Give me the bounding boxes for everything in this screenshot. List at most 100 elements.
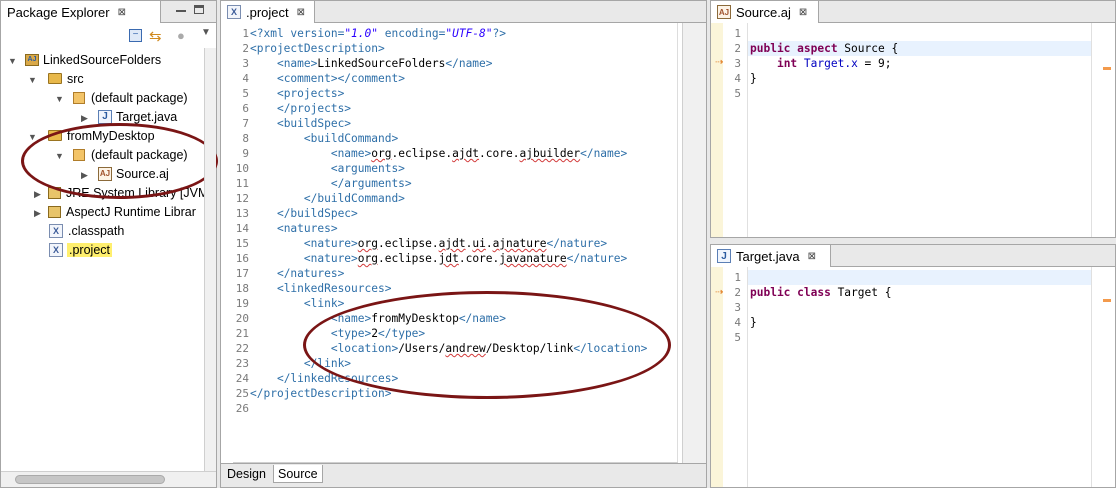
- tab-source-aj[interactable]: AJ Source.aj ⊠: [711, 1, 819, 23]
- current-line-highlight: [747, 270, 1091, 285]
- aspectj-file-icon: AJ: [717, 5, 731, 19]
- code-line: int Target.x = 9;: [776, 57, 892, 70]
- line-number: 4: [734, 72, 741, 85]
- tree-item-default-package[interactable]: (default package): [73, 88, 188, 107]
- code-line: </natures>: [276, 267, 345, 280]
- expand-arrow-icon[interactable]: ▶: [34, 208, 41, 219]
- editor-body[interactable]: 1 2 3 4 5 public class Target { }: [723, 267, 1091, 487]
- xml-file-icon: X: [227, 5, 241, 19]
- expand-arrow-icon[interactable]: ▼: [55, 94, 64, 104]
- code-line: }: [750, 316, 757, 329]
- code-line: <projectDescription>: [250, 42, 385, 55]
- line-number: 2: [242, 42, 249, 55]
- maximize-icon[interactable]: [194, 5, 204, 14]
- tab-project[interactable]: X .project ⊠: [221, 1, 315, 23]
- horizontal-scrollbar[interactable]: [1, 471, 216, 487]
- source-folder-icon: [48, 73, 62, 84]
- code-line: <buildCommand>: [303, 132, 399, 145]
- overview-marker[interactable]: [1103, 67, 1111, 70]
- close-icon[interactable]: ⊠: [118, 7, 126, 18]
- tree-item-label: AspectJ Runtime Librar: [66, 204, 196, 219]
- tree-item-label: LinkedSourceFolders: [43, 52, 162, 67]
- code-line: <name>org.eclipse.ajdt.core.ajbuilder</n…: [330, 147, 628, 160]
- line-number: 16: [235, 252, 249, 265]
- focus-icon[interactable]: ●: [177, 28, 185, 43]
- collapse-all-icon[interactable]: −: [129, 29, 142, 42]
- tree-item-label: (default package): [91, 90, 188, 105]
- editor-tabbar: X .project ⊠: [221, 1, 706, 23]
- tree-item-aspectj-library[interactable]: AspectJ Runtime Librar: [48, 202, 196, 221]
- tree-item-project-file[interactable]: X .project: [49, 240, 112, 259]
- overview-ruler[interactable]: [1091, 267, 1115, 487]
- xml-file-icon: X: [49, 223, 63, 238]
- editor-body[interactable]: 1 2 3 4 5 public aspect Source { int Tar…: [723, 23, 1091, 237]
- tree-item-project[interactable]: AJ LinkedSourceFolders: [25, 50, 161, 69]
- link-with-editor-icon[interactable]: ⇆: [149, 27, 162, 45]
- project-xml-editor: X .project ⊠ 1 2 3 4 5 6 7 8 9 10 11 12 …: [220, 0, 707, 488]
- code-line: </buildSpec>: [276, 207, 358, 220]
- code-line: <natures>: [276, 222, 338, 235]
- minimize-icon[interactable]: [176, 10, 186, 12]
- tree-item-src[interactable]: src: [48, 69, 84, 88]
- code-line: public aspect Source {: [750, 42, 899, 55]
- line-number: 21: [235, 327, 249, 340]
- xml-file-icon: X: [49, 242, 63, 257]
- line-number: 1: [734, 271, 741, 284]
- expand-arrow-icon[interactable]: ▼: [28, 75, 37, 85]
- close-icon[interactable]: ⊠: [799, 7, 807, 18]
- line-number: 23: [235, 357, 249, 370]
- line-number: 1: [734, 27, 741, 40]
- code-line: <name>LinkedSourceFolders</name>: [276, 57, 493, 70]
- code-line: <arguments>: [330, 162, 405, 175]
- package-explorer-tab[interactable]: Package Explorer ⊠: [1, 1, 161, 23]
- line-number: 25: [235, 387, 249, 400]
- code-line: </projects>: [276, 102, 352, 115]
- expand-arrow-icon[interactable]: ▶: [81, 113, 88, 124]
- view-menu-icon[interactable]: ▼: [201, 27, 211, 38]
- library-icon: [48, 205, 61, 218]
- line-number: 7: [242, 117, 249, 130]
- scrollbar-thumb[interactable]: [15, 475, 165, 484]
- annotation-ellipse: [303, 291, 671, 399]
- editor-bottom-tabs: Design Source: [221, 463, 706, 487]
- annotation-ellipse: [21, 123, 218, 199]
- line-number: 3: [734, 301, 741, 314]
- line-number: 4: [734, 316, 741, 329]
- line-number: 3: [734, 57, 741, 70]
- line-number: 8: [242, 132, 249, 145]
- line-number: 2: [734, 42, 741, 55]
- line-number: 5: [734, 87, 741, 100]
- close-icon[interactable]: ⊠: [297, 7, 305, 18]
- line-number: 13: [235, 207, 249, 220]
- editor-tabbar: AJ Source.aj ⊠: [711, 1, 1115, 23]
- code-line: </buildCommand>: [303, 192, 405, 205]
- package-icon: [73, 91, 85, 104]
- package-explorer-view: Package Explorer ⊠ − ⇆ ● ▼ ▼ AJ LinkedSo…: [0, 0, 218, 488]
- vertical-scrollbar[interactable]: [204, 48, 216, 471]
- line-number: 11: [235, 177, 249, 190]
- overview-ruler[interactable]: [1091, 23, 1115, 237]
- line-number: 5: [242, 87, 249, 100]
- line-number: 2: [734, 286, 741, 299]
- tab-target-java[interactable]: J Target.java ⊠: [711, 245, 831, 267]
- overview-marker[interactable]: [1103, 299, 1111, 302]
- vertical-scrollbar[interactable]: [682, 23, 706, 463]
- tree-item-classpath[interactable]: X .classpath: [49, 221, 124, 240]
- expand-arrow-icon[interactable]: ▼: [8, 56, 17, 66]
- tree-item-label: Target.java: [116, 109, 178, 124]
- line-number: 3: [242, 57, 249, 70]
- tab-label: Source.aj: [736, 4, 791, 20]
- code-line: <linkedResources>: [276, 282, 392, 295]
- line-number: 24: [235, 372, 249, 385]
- project-icon: AJ: [25, 53, 39, 66]
- line-number: 15: [235, 237, 249, 250]
- tab-label: Design: [227, 467, 266, 481]
- tab-design[interactable]: Design: [223, 465, 270, 483]
- expand-arrow-icon[interactable]: ▶: [34, 189, 41, 200]
- line-number: 4: [242, 72, 249, 85]
- code-line: public class Target {: [750, 286, 892, 299]
- line-number: 17: [235, 267, 249, 280]
- tab-source[interactable]: Source: [273, 465, 323, 483]
- close-icon[interactable]: ⊠: [808, 251, 816, 262]
- source-aj-editor: AJ Source.aj ⊠ ⇢ 1 2 3 4 5 public aspect…: [710, 0, 1116, 238]
